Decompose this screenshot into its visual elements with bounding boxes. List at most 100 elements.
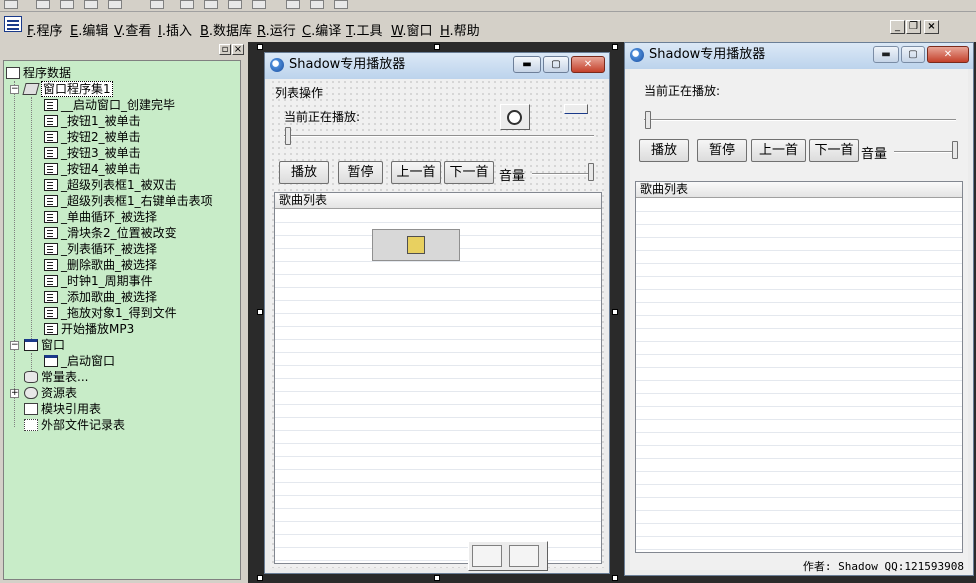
toolbar-button[interactable] bbox=[204, 0, 218, 9]
menu-help[interactable]: H.帮助 bbox=[440, 20, 480, 39]
menu-run[interactable]: R.运行 bbox=[257, 20, 296, 39]
toolbar-button[interactable] bbox=[150, 0, 164, 9]
resize-handle[interactable] bbox=[434, 44, 440, 50]
tree-item-modules[interactable]: 模块引用表 bbox=[24, 401, 101, 417]
play-button[interactable]: 播放 bbox=[639, 139, 689, 162]
tree-item-sub[interactable]: _列表循环_被选择 bbox=[44, 241, 157, 257]
next-button[interactable]: 下一首 bbox=[444, 161, 494, 184]
tree-item-sub[interactable]: 开始播放MP3 bbox=[44, 321, 134, 337]
tree-item-sub[interactable]: __启动窗口_创建完毕 bbox=[44, 97, 175, 113]
toolbar-button[interactable] bbox=[4, 0, 18, 9]
tree-item-sub[interactable]: _按钮1_被单击 bbox=[44, 113, 141, 129]
prev-button[interactable]: 上一首 bbox=[751, 139, 806, 162]
now-playing-label[interactable]: 当前正在播放: bbox=[284, 108, 360, 125]
song-list-header[interactable]: 歌曲列表 bbox=[636, 182, 962, 198]
menu-view[interactable]: V.查看 bbox=[114, 20, 151, 39]
panel-close-button[interactable]: × bbox=[232, 44, 244, 55]
toolbar-button[interactable] bbox=[252, 0, 266, 9]
toolbar-button[interactable] bbox=[36, 0, 50, 9]
tree-item-constants[interactable]: 常量表... bbox=[24, 369, 88, 385]
resize-handle[interactable] bbox=[612, 309, 618, 315]
progress-slider-track[interactable] bbox=[284, 135, 594, 137]
tree-connector bbox=[31, 97, 32, 339]
tree-item-sub[interactable]: _超级列表框1_右键单击表项 bbox=[44, 193, 213, 209]
toolbar-button[interactable] bbox=[180, 0, 194, 9]
next-button[interactable]: 下一首 bbox=[809, 139, 859, 162]
tree-item-sub[interactable]: _拖放对象1_得到文件 bbox=[44, 305, 177, 321]
tree-item-sub[interactable]: _按钮4_被单击 bbox=[44, 161, 141, 177]
tree-expander[interactable]: − bbox=[10, 341, 19, 350]
resize-handle[interactable] bbox=[434, 575, 440, 581]
volume-slider-track[interactable] bbox=[894, 151, 958, 153]
minimize-button[interactable]: ▬ bbox=[513, 56, 541, 73]
panel-pin-button[interactable]: ▫ bbox=[219, 44, 231, 55]
resize-handle[interactable] bbox=[612, 575, 618, 581]
tree-item-sub[interactable]: _按钮2_被单击 bbox=[44, 129, 141, 145]
file-drop-icon[interactable] bbox=[472, 545, 502, 567]
preview-window[interactable]: Shadow专用播放器 ▬ ▢ ✕ 当前正在播放: 播放 暂停 上一首 下一首 … bbox=[624, 42, 974, 576]
toolbar-button[interactable] bbox=[286, 0, 300, 9]
menu-compile[interactable]: C.编译 bbox=[302, 20, 341, 39]
resize-handle[interactable] bbox=[257, 309, 263, 315]
close-button[interactable]: ✕ bbox=[927, 46, 969, 63]
play-button[interactable]: 播放 bbox=[279, 161, 329, 184]
close-button[interactable]: ✕ bbox=[571, 56, 605, 73]
tree-item-assembly[interactable]: 窗口程序集1 bbox=[22, 81, 113, 97]
context-menu-component[interactable] bbox=[372, 229, 460, 261]
toolbar-button[interactable] bbox=[108, 0, 122, 9]
drag-drop-component[interactable] bbox=[564, 104, 588, 114]
song-list-header[interactable]: 歌曲列表 bbox=[275, 193, 601, 209]
tree-item-sub[interactable]: _滑块条2_位置被改变 bbox=[44, 225, 177, 241]
menu-program[interactable]: F.程序 bbox=[27, 20, 63, 39]
pause-button[interactable]: 暂停 bbox=[338, 161, 383, 184]
minimize-button[interactable]: ▬ bbox=[873, 46, 899, 63]
menu-database[interactable]: B.数据库 bbox=[200, 20, 252, 39]
maximize-button[interactable]: ▢ bbox=[901, 46, 925, 63]
maximize-button[interactable]: ▢ bbox=[543, 56, 569, 73]
menu-tools[interactable]: T.工具 bbox=[346, 20, 383, 39]
menu-insert[interactable]: I.插入 bbox=[158, 20, 192, 39]
resize-handle[interactable] bbox=[612, 44, 618, 50]
resize-handle[interactable] bbox=[257, 575, 263, 581]
toolbar-button[interactable] bbox=[60, 0, 74, 9]
toolbar-button[interactable] bbox=[84, 0, 98, 9]
tree-item-external-files[interactable]: 外部文件记录表 bbox=[24, 417, 125, 433]
tree-item-sub[interactable]: _按钮3_被单击 bbox=[44, 145, 141, 161]
menu-edit[interactable]: E.编辑 bbox=[70, 20, 108, 39]
tree-item-resources[interactable]: 资源表 bbox=[24, 385, 77, 401]
project-tree[interactable]: 程序数据 − 窗口程序集1 __启动窗口_创建完毕 _按钮1_被单击 _按钮2_… bbox=[3, 60, 241, 580]
tree-expander[interactable]: + bbox=[10, 389, 19, 398]
mdi-minimize-button[interactable]: _ bbox=[890, 20, 905, 34]
volume-slider-thumb[interactable] bbox=[952, 141, 958, 159]
tree-item-sub[interactable]: _删除歌曲_被选择 bbox=[44, 257, 157, 273]
progress-slider-thumb[interactable] bbox=[645, 111, 651, 129]
tree-item-start-window[interactable]: _启动窗口 bbox=[44, 353, 115, 369]
song-list[interactable]: 歌曲列表 bbox=[635, 181, 963, 553]
menu-caption-list-ops[interactable]: 列表操作 bbox=[275, 84, 323, 101]
subroutine-icon bbox=[44, 275, 58, 287]
progress-slider-track[interactable] bbox=[644, 119, 956, 121]
progress-slider-thumb[interactable] bbox=[285, 127, 291, 145]
mdi-restore-button[interactable]: ❐ bbox=[906, 20, 921, 34]
menu-window[interactable]: W.窗口 bbox=[391, 20, 433, 39]
prev-button[interactable]: 上一首 bbox=[391, 161, 441, 184]
volume-slider-track[interactable] bbox=[532, 173, 592, 175]
tree-item-sub[interactable]: _添加歌曲_被选择 bbox=[44, 289, 157, 305]
mdi-close-button[interactable]: × bbox=[924, 20, 939, 34]
tree-item-sub[interactable]: _时钟1_周期事件 bbox=[44, 273, 153, 289]
tree-item-sub[interactable]: _单曲循环_被选择 bbox=[44, 209, 157, 225]
tree-root[interactable]: 程序数据 bbox=[6, 65, 71, 81]
tree-item-sub[interactable]: _超级列表框1_被双击 bbox=[44, 177, 177, 193]
toolbar-button[interactable] bbox=[228, 0, 242, 9]
resize-handle[interactable] bbox=[257, 44, 263, 50]
pause-button[interactable]: 暂停 bbox=[697, 139, 747, 162]
toolbar-button[interactable] bbox=[310, 0, 324, 9]
timer-component[interactable] bbox=[500, 104, 530, 130]
song-list[interactable]: 歌曲列表 bbox=[274, 192, 602, 564]
tree-item-windows[interactable]: 窗口 bbox=[24, 337, 65, 353]
volume-slider-thumb[interactable] bbox=[588, 163, 594, 181]
toolbar-button[interactable] bbox=[334, 0, 348, 9]
design-window[interactable]: Shadow专用播放器 ▬ ▢ ✕ 列表操作 当前正在播放: 播放 暂停 上一首… bbox=[264, 52, 610, 574]
media-component-icon[interactable] bbox=[509, 545, 539, 567]
tree-expander[interactable]: − bbox=[10, 85, 19, 94]
